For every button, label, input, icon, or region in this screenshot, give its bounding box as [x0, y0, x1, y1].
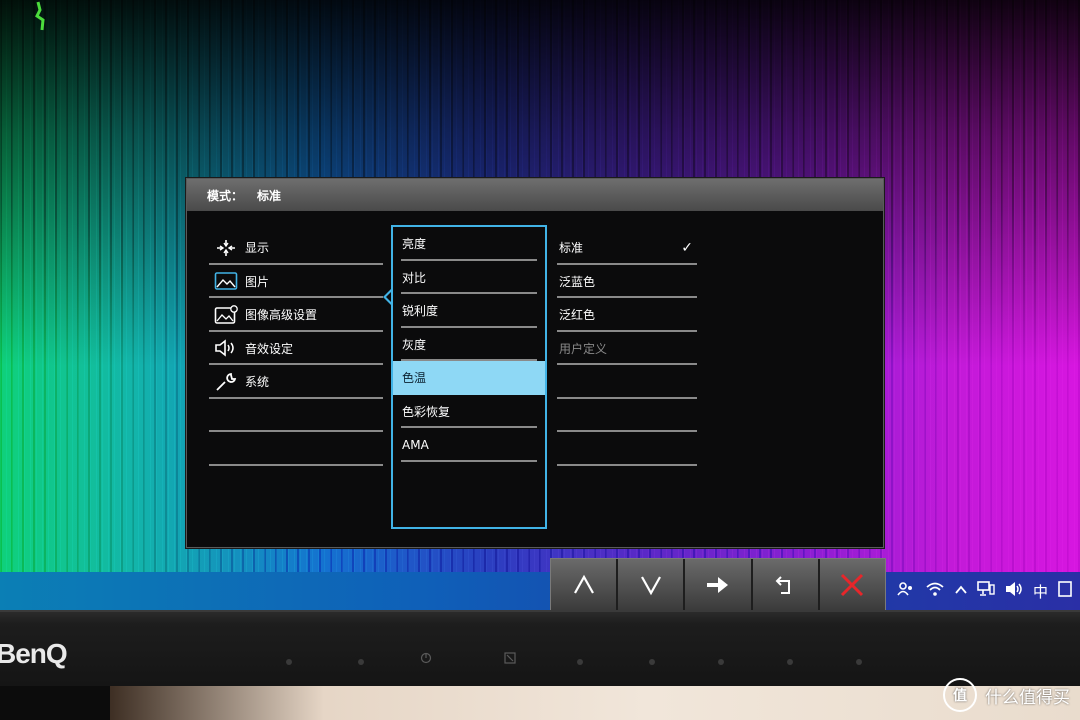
main-menu-item-system[interactable]: 系统: [209, 365, 383, 399]
desk-surface: [0, 686, 1080, 720]
osd-menu: 模式： 标准 显示 图片 图像高级设置 音效设定 系统 亮度 对比 锐利度 灰度…: [186, 178, 884, 548]
sub-menu-item-contrast[interactable]: 对比: [401, 261, 537, 295]
main-menu-label: 图像高级设置: [245, 308, 318, 323]
display-icon: [213, 237, 239, 259]
main-menu-empty-row: [209, 399, 383, 433]
osd-key-bar: [550, 558, 886, 612]
option-list: 标准 ✓ 泛蓝色 泛红色 用户定义: [557, 231, 697, 466]
up-key[interactable]: [551, 559, 619, 611]
back-key[interactable]: [753, 559, 820, 611]
network-icon[interactable]: [977, 581, 995, 601]
mode-value: 标准: [257, 188, 282, 203]
option-item-reddish[interactable]: 泛红色: [557, 298, 697, 332]
bezel-dot: [286, 659, 292, 665]
power-icon[interactable]: [420, 652, 432, 664]
people-icon[interactable]: [897, 580, 915, 602]
option-label: 泛红色: [559, 308, 596, 323]
main-menu-empty-row: [209, 432, 383, 466]
main-menu: 显示 图片 图像高级设置 音效设定 系统: [209, 231, 383, 466]
speaker-icon: [213, 337, 239, 359]
main-menu-item-display[interactable]: 显示: [209, 231, 383, 265]
exit-key[interactable]: [820, 559, 885, 611]
wifi-icon[interactable]: [925, 581, 945, 601]
notification-icon[interactable]: [1058, 581, 1072, 601]
main-menu-item-picture-advanced[interactable]: 图像高级设置: [209, 298, 383, 332]
cursor-trail-icon: [35, 1, 45, 31]
sub-menu-item-color-temperature[interactable]: 色温: [393, 361, 545, 395]
main-menu-label: 显示: [245, 241, 270, 256]
sub-menu-item-color-reset[interactable]: 色彩恢复: [401, 395, 537, 429]
down-key[interactable]: [618, 559, 686, 611]
picture-icon: [213, 270, 239, 292]
sub-menu-item-brightness[interactable]: 亮度: [401, 227, 537, 261]
sub-menu: 亮度 对比 锐利度 灰度 色温 色彩恢复 AMA: [391, 225, 547, 529]
bezel-dot: [649, 659, 655, 665]
wrench-icon: [213, 371, 239, 393]
option-label: 用户定义: [559, 341, 608, 356]
main-menu-label: 音效设定: [245, 341, 294, 356]
input-icon[interactable]: [504, 652, 516, 664]
return-icon: [775, 576, 791, 594]
bezel-dot: [358, 659, 364, 665]
option-empty-row: [557, 432, 697, 466]
main-menu-label: 图片: [245, 274, 270, 289]
main-menu-item-audio[interactable]: 音效设定: [209, 332, 383, 366]
option-empty-row: [557, 365, 697, 399]
chevron-up-icon: [573, 574, 594, 594]
chevron-up-icon[interactable]: [955, 583, 967, 600]
picture-advanced-icon: [213, 304, 239, 326]
bezel-dot: [577, 659, 583, 665]
monitor-stand: [0, 686, 110, 720]
bezel-dot: [856, 659, 862, 665]
watermark-logo: 值: [943, 678, 977, 712]
chevron-down-icon: [640, 576, 661, 596]
main-menu-label: 系统: [245, 375, 270, 390]
bezel-dot: [787, 659, 793, 665]
bezel-dot: [718, 659, 724, 665]
osd-header: 模式： 标准: [187, 179, 883, 211]
option-item-normal[interactable]: 标准 ✓: [557, 231, 697, 265]
sub-menu-item-gamma[interactable]: 灰度: [401, 328, 537, 362]
ime-indicator[interactable]: 中: [1033, 581, 1048, 602]
checkmark-icon: ✓: [681, 239, 693, 256]
enter-key[interactable]: [685, 559, 753, 611]
option-label: 泛蓝色: [559, 274, 596, 289]
close-icon: [841, 573, 864, 597]
main-menu-item-picture[interactable]: 图片: [209, 265, 383, 299]
sub-menu-item-ama[interactable]: AMA: [401, 428, 537, 462]
system-tray: 中: [897, 578, 1072, 604]
option-empty-row: [557, 399, 697, 433]
option-item-bluish[interactable]: 泛蓝色: [557, 265, 697, 299]
brand-logo: BenQ: [0, 638, 68, 669]
mode-label: 模式：: [207, 188, 244, 203]
option-label: 标准: [559, 241, 584, 256]
watermark: 值 什么值得买: [943, 678, 1070, 712]
option-item-user-define: 用户定义: [557, 332, 697, 366]
sub-menu-item-sharpness[interactable]: 锐利度: [401, 294, 537, 328]
volume-icon[interactable]: [1005, 581, 1023, 601]
watermark-text: 什么值得买: [985, 687, 1070, 708]
monitor-bezel: BenQ: [0, 610, 1080, 692]
arrow-right-icon: [707, 577, 728, 593]
